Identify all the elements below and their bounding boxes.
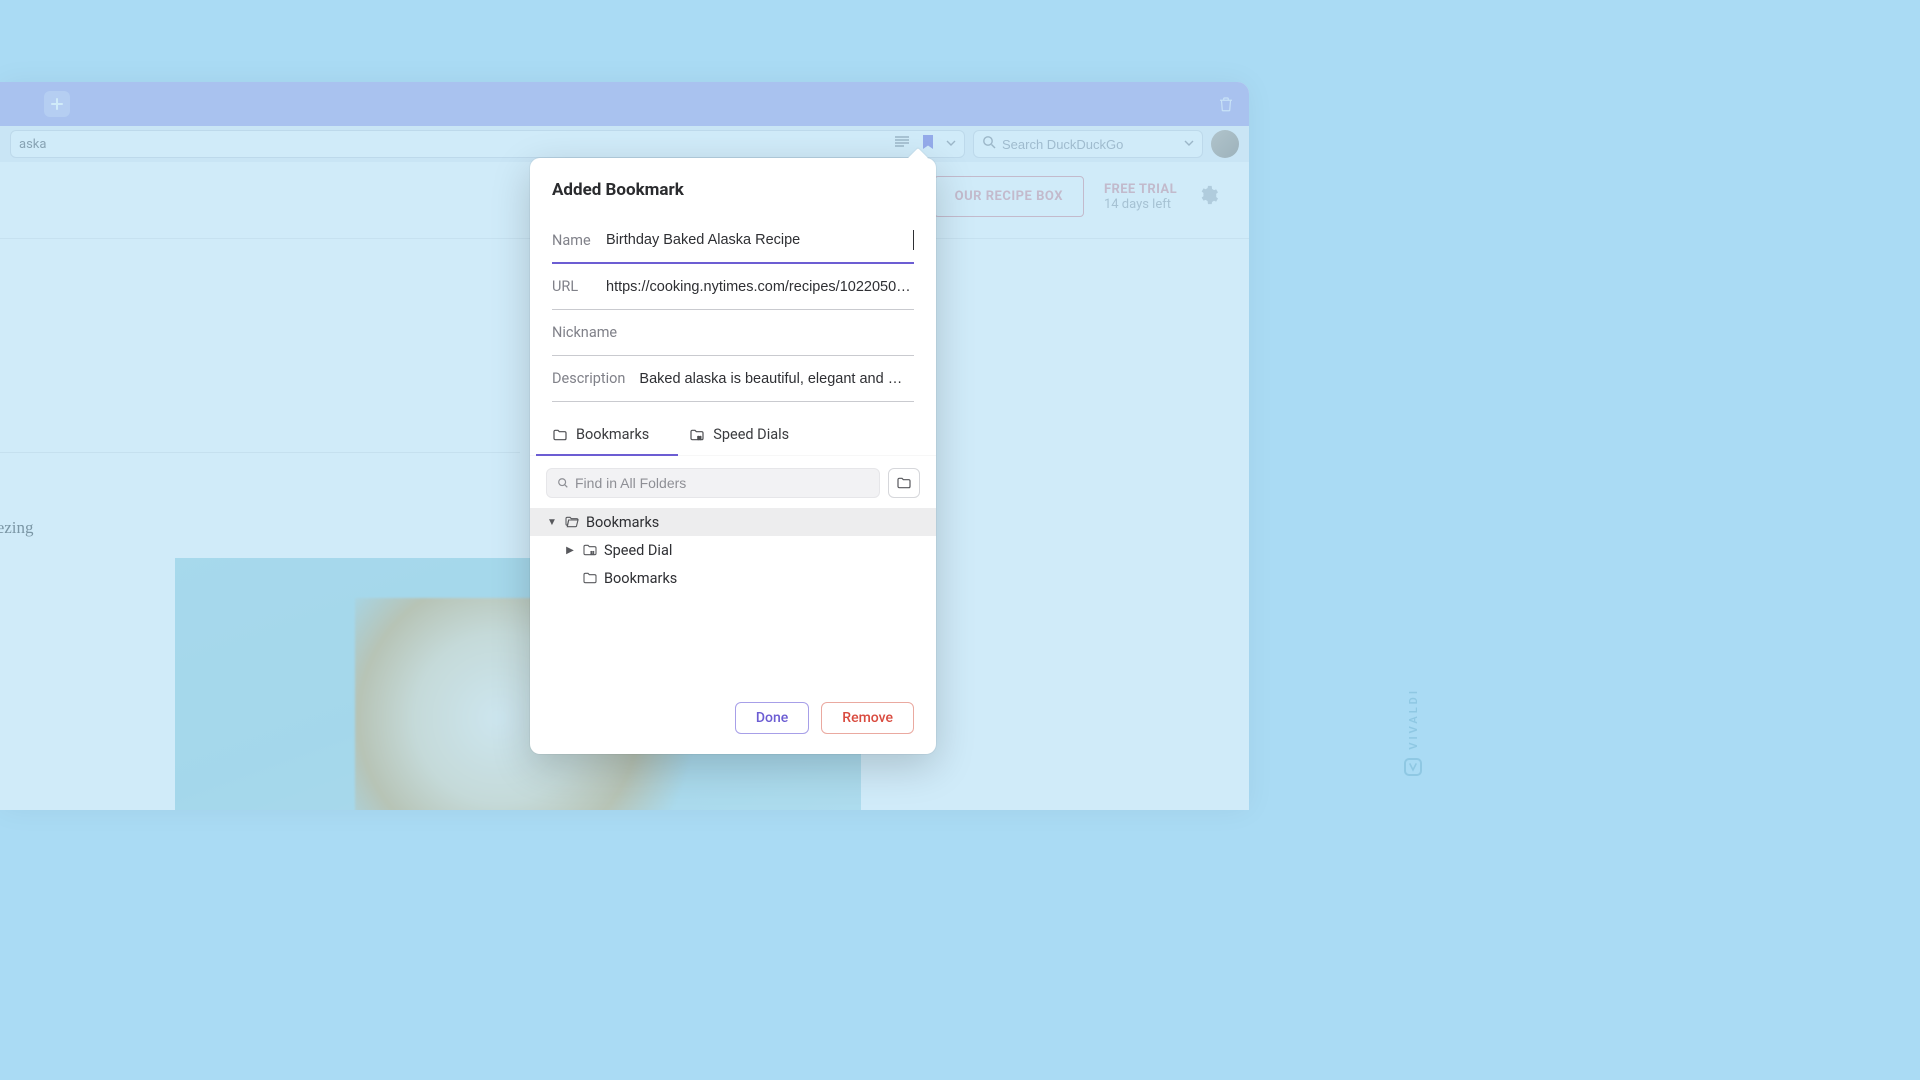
url-field[interactable]: URL xyxy=(552,264,914,310)
chevron-right-icon[interactable]: ▶ xyxy=(564,545,576,556)
tab-bookmarks-label: Bookmarks xyxy=(576,426,649,443)
toolbar: aska xyxy=(0,126,1249,162)
folder-search-input[interactable] xyxy=(575,475,869,491)
gear-icon[interactable] xyxy=(1197,184,1219,210)
recipe-meta: 7 hours' freezing xyxy=(0,518,34,538)
address-text: aska xyxy=(19,137,894,152)
recipe-box-button[interactable]: OUR RECIPE BOX xyxy=(934,176,1084,217)
location-tabs: Bookmarks Speed Dials xyxy=(530,412,936,456)
trial-status: FREE TRIAL 14 days left xyxy=(1104,182,1177,212)
nickname-label: Nickname xyxy=(552,324,617,341)
text-cursor xyxy=(913,230,914,250)
description-field[interactable]: Description xyxy=(552,356,914,402)
bookmark-popup: Added Bookmark Name URL Nickname Descrip… xyxy=(530,158,936,754)
folder-open-icon xyxy=(564,514,580,530)
new-tab-button[interactable] xyxy=(44,91,70,117)
tab-speed-dials-label: Speed Dials xyxy=(713,426,789,443)
search-engine-icon xyxy=(982,135,996,153)
popup-title: Added Bookmark xyxy=(530,158,936,218)
chevron-down-icon[interactable] xyxy=(946,137,956,152)
trash-icon[interactable] xyxy=(1217,95,1235,113)
folder-search[interactable] xyxy=(546,468,880,498)
tab-bookmarks[interactable]: Bookmarks xyxy=(552,412,649,455)
divider xyxy=(0,452,520,453)
search-box[interactable] xyxy=(973,130,1203,158)
folder-tree: ▼ Bookmarks ▶ Speed Dial Bookmarks xyxy=(530,508,936,592)
tree-label-speed-dial: Speed Dial xyxy=(604,542,672,559)
vivaldi-logo-icon xyxy=(1404,758,1422,776)
recipe-body: and dramatic. (it must be made said); it… xyxy=(0,556,160,810)
chevron-down-icon[interactable]: ▼ xyxy=(546,517,558,528)
url-label: URL xyxy=(552,278,592,295)
vivaldi-text: VIVALDI xyxy=(1407,688,1420,750)
reader-mode-icon[interactable] xyxy=(894,135,910,153)
tree-row-bookmarks-child[interactable]: Bookmarks xyxy=(530,564,936,592)
new-folder-button[interactable] xyxy=(888,468,920,498)
trial-days: 14 days left xyxy=(1104,197,1177,212)
name-input[interactable] xyxy=(606,232,911,248)
url-input[interactable] xyxy=(606,279,914,295)
tab-speed-dials[interactable]: Speed Dials xyxy=(689,412,789,455)
name-field[interactable]: Name xyxy=(552,218,914,264)
nickname-input[interactable] xyxy=(631,325,914,341)
tree-row-speed-dial[interactable]: ▶ Speed Dial xyxy=(530,536,936,564)
address-bar[interactable]: aska xyxy=(10,130,965,158)
description-label: Description xyxy=(552,370,625,387)
tab-strip xyxy=(0,82,1249,126)
search-input[interactable] xyxy=(1002,137,1178,152)
tree-label-root: Bookmarks xyxy=(586,514,659,531)
chevron-down-icon[interactable] xyxy=(1184,137,1194,152)
tree-label-bookmarks-child: Bookmarks xyxy=(604,570,677,587)
description-input[interactable] xyxy=(639,371,914,387)
folder-icon xyxy=(582,542,598,558)
remove-button[interactable]: Remove xyxy=(821,702,914,734)
profile-avatar[interactable] xyxy=(1211,130,1239,158)
tab-underline xyxy=(536,454,678,456)
name-label: Name xyxy=(552,232,592,249)
trial-title: FREE TRIAL xyxy=(1104,182,1177,197)
nickname-field[interactable]: Nickname xyxy=(552,310,914,356)
vivaldi-watermark: VIVALDI xyxy=(1404,688,1422,776)
folder-icon xyxy=(582,570,598,586)
tree-row-bookmarks[interactable]: ▼ Bookmarks xyxy=(530,508,936,536)
bookmark-icon[interactable] xyxy=(922,134,934,154)
done-button[interactable]: Done xyxy=(735,702,809,734)
